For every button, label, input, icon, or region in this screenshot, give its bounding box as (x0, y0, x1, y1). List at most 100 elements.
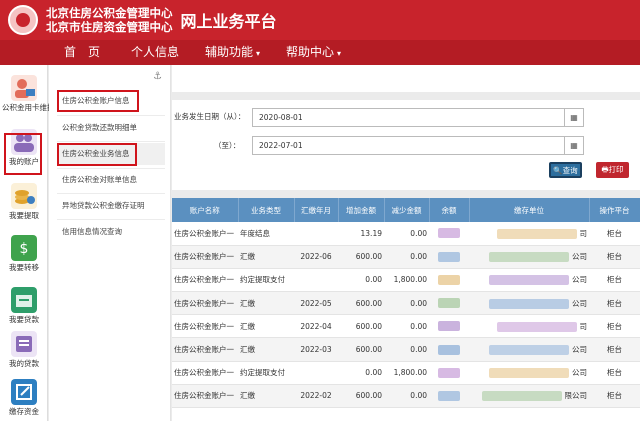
balance-cell (429, 384, 469, 409)
deposit-unit-text: 司 (579, 321, 588, 331)
increase-amount-cell: 0.00 (338, 361, 384, 385)
business-type-cell: 约定提取支付 (238, 268, 294, 293)
increase-amount-cell: 600.00 (338, 337, 384, 362)
edit-icon (11, 379, 37, 405)
balance-cell (429, 245, 469, 269)
increase-amount-cell: 600.00 (338, 384, 384, 409)
account-name-cell: 住房公积金账户一 (172, 222, 238, 246)
sidebar-item-label: 我要转移 (9, 263, 39, 272)
housing-fund-logo (8, 5, 38, 35)
remit-month-cell (294, 268, 338, 293)
decrease-amount-cell: 0.00 (384, 314, 429, 339)
platform-cell: 柜台 (589, 245, 640, 269)
remit-month-cell: 2022-06 (294, 245, 338, 269)
submenu-loan-repayment[interactable]: 公积金贷款还款明细单 (57, 117, 165, 139)
nav-help-label: 帮助中心 (286, 45, 335, 59)
nav-auxiliary[interactable]: 辅助功能 ▾ (205, 40, 260, 65)
platform-cell: 柜台 (589, 337, 640, 362)
sidebar-item-withdraw[interactable]: 我要提取 (2, 183, 46, 220)
nav-personal-info-label: 个人信息 (131, 45, 180, 59)
deposit-unit-cell: 司 (469, 314, 589, 339)
org-name-1: 北京住房公积金管理中心 (46, 6, 173, 20)
sidebar-item-label: 我的贷款 (9, 359, 39, 368)
sidebar-item-apply-loan[interactable]: 我要贷款 (2, 287, 46, 324)
submenu-credit-info[interactable]: 信用信息情况查询 (57, 221, 165, 243)
account-name-cell: 住房公积金账户一 (172, 337, 238, 362)
deposit-unit-cell: 公司 (469, 291, 589, 316)
query-button[interactable]: 🔍查询 (549, 162, 582, 178)
table-row: 住房公积金账户一 约定提取支付 0.00 1,800.00 公司 柜台 (172, 268, 640, 293)
deposit-unit-cell: 公司 (469, 337, 589, 362)
submenu-statement[interactable]: 住房公积金对账单信息 (57, 169, 165, 191)
print-button[interactable]: 🖶打印 (596, 162, 629, 178)
column-header: 缴存单位 (469, 198, 590, 222)
platform-cell: 柜台 (589, 314, 640, 339)
submenu-item-label: 异地贷款公积金缴存证明 (62, 201, 145, 210)
org-name-2: 北京市住房资金管理中心 (46, 20, 173, 34)
sidebar-item-label: 我要贷款 (9, 315, 39, 324)
chevron-down-icon: ▾ (256, 49, 261, 58)
calendar-icon[interactable]: ▦ (564, 108, 584, 127)
decrease-amount-cell: 0.00 (384, 222, 429, 246)
redacted-value (438, 274, 460, 285)
decrease-amount-cell: 0.00 (384, 337, 429, 362)
nav-help[interactable]: 帮助中心 ▾ (286, 40, 341, 65)
main-content: 业务发生日期（从）： 2020-08-01 ▦ （至）： 2022-07-01 … (172, 65, 640, 421)
calendar-icon[interactable]: ▦ (564, 136, 584, 155)
sidebar-item-my-loan[interactable]: 我的贷款 (2, 331, 46, 368)
submenu-item-label: 信用信息情况查询 (62, 227, 122, 236)
platform-cell: 柜台 (589, 384, 640, 409)
platform-cell: 柜台 (589, 361, 640, 385)
sidebar-item-card-maintenance[interactable]: 公积金用卡维护 (2, 75, 55, 112)
column-header: 操作平台 (589, 198, 640, 222)
highlight-box (57, 143, 137, 166)
pin-icon[interactable]: ⚓ (153, 71, 162, 82)
sidebar-item-label: 公积金用卡维护 (2, 103, 55, 112)
table-row: 住房公积金账户一 汇缴 2022-05 600.00 0.00 公司 柜台 (172, 291, 640, 316)
table-row: 住房公积金账户一 汇缴 2022-06 600.00 0.00 公司 柜台 (172, 245, 640, 269)
increase-amount-cell: 600.00 (338, 291, 384, 316)
balance-cell (429, 291, 469, 316)
deposit-unit-text: 公司 (572, 298, 587, 308)
table-row: 住房公积金账户一 年度结息 13.19 0.00 司柜台 (172, 222, 640, 246)
decrease-amount-cell: 0.00 (384, 384, 429, 409)
sidebar-item-deposit[interactable]: 缴存资金 (2, 379, 46, 416)
account-name-cell: 住房公积金账户一 (172, 291, 238, 316)
nav-auxiliary-label: 辅助功能 (205, 45, 254, 59)
highlight-box (57, 90, 139, 112)
redacted-value (481, 391, 562, 402)
business-type-cell: 约定提取支付 (238, 361, 294, 385)
increase-amount-cell: 0.00 (338, 268, 384, 293)
table-row: 住房公积金账户一 汇缴 2022-04 600.00 0.00 司柜台 (172, 314, 640, 339)
house-icon (11, 287, 37, 313)
submenu-remote-loan-proof[interactable]: 异地贷款公积金缴存证明 (57, 195, 165, 217)
query-form: 业务发生日期（从）： 2020-08-01 ▦ （至）： 2022-07-01 … (172, 100, 640, 190)
svg-text:$: $ (20, 241, 29, 257)
divider (57, 141, 165, 142)
deposit-unit-text: 公司 (572, 345, 587, 355)
deposit-unit-text: 限公司 (564, 391, 588, 401)
redacted-value (438, 367, 460, 378)
nav-home[interactable]: 首 页 (64, 40, 100, 65)
deposit-unit-text: 司 (579, 228, 588, 238)
date-to-input[interactable]: 2022-07-01 (252, 136, 568, 155)
date-from-input[interactable]: 2020-08-01 (252, 108, 568, 127)
sidebar-item-transfer[interactable]: $ 我要转移 (2, 235, 46, 272)
balance-cell (429, 268, 469, 293)
divider (57, 115, 165, 116)
table-row: 住房公积金账户一 约定提取支付 0.00 1,800.00 公司 柜台 (172, 361, 640, 385)
redacted-value (438, 228, 460, 239)
sidebar-item-label: 缴存资金 (9, 407, 39, 416)
redacted-value (489, 298, 569, 309)
business-type-cell: 汇缴 (238, 291, 294, 316)
date-to-label: （至）： (214, 141, 241, 150)
platform-cell: 柜台 (589, 222, 640, 246)
redacted-value (489, 345, 569, 356)
remit-month-cell: 2022-05 (294, 291, 338, 316)
redacted-value (496, 321, 577, 332)
account-name-cell: 住房公积金账户一 (172, 361, 238, 385)
results-table-body: 住房公积金账户一 年度结息 13.19 0.00 司柜台 住房公积金账户一 汇缴 2022-0… (172, 222, 640, 409)
nav-personal-info[interactable]: 个人信息 (131, 40, 179, 65)
org-names: 北京住房公积金管理中心 北京市住房资金管理中心 (46, 6, 173, 34)
account-name-cell: 住房公积金账户一 (172, 384, 238, 409)
